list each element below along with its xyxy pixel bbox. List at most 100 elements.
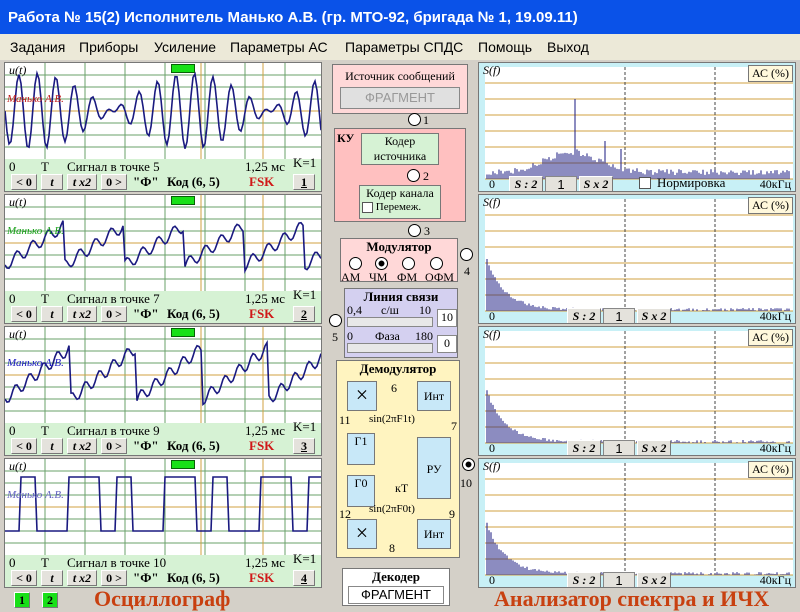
osc-x2-button[interactable]: t x2 [67,306,97,322]
oscilloscope-title: Осциллограф [94,586,230,612]
snr-slider[interactable] [347,317,433,327]
source-block: Источник сообщений ФРАГМЕНТ [332,64,468,114]
ac-button[interactable]: АС (%) [748,197,793,214]
decision-device: РУ [417,437,451,499]
osc-shift-right-button[interactable]: 0 > [101,570,127,586]
osc-shift-left-button[interactable]: < 0 [11,174,37,190]
osc-indicator [171,64,195,73]
channel-coder-label: Кодер канала [360,186,440,201]
spectrum-mul-button[interactable]: S x 2 [579,176,613,192]
spectrum-scale-value[interactable]: 1 [603,308,635,324]
source-value[interactable]: ФРАГМЕНТ [340,87,460,109]
osc-phi: "Ф" [133,570,159,586]
integrator-0-label: Инт [424,527,444,541]
spectrum-trace [479,459,796,588]
osc-shift-right-button[interactable]: 0 > [101,306,127,322]
menu-as-params[interactable]: Параметры АС [230,39,328,55]
spectrum-div-button[interactable]: S : 2 [509,176,543,192]
osc-signature: Манько А.В. [7,225,64,237]
osc-phi: "Ф" [133,174,159,190]
normalize-checkbox[interactable] [639,177,651,189]
source-coder-label: Кодер источника [374,134,426,163]
osc-toggle-1[interactable]: 1 [14,592,30,608]
ac-button[interactable]: АС (%) [748,65,793,82]
osc-t-button[interactable]: t [41,438,63,454]
spectrum-ylabel: S(f) [483,459,500,474]
spectrum-scale-value[interactable]: 1 [603,440,635,456]
menu-tasks[interactable]: Задания [10,39,65,55]
dpm-radio[interactable] [430,257,443,270]
osc-number-button[interactable]: 1 [293,174,315,190]
am-radio[interactable] [349,257,362,270]
spectrum-div-button[interactable]: S : 2 [567,440,601,456]
osc-t-button[interactable]: t [41,306,63,322]
osc-indicator [171,460,195,469]
osc-x2-button[interactable]: t x2 [67,570,97,586]
osc-code: Код (6, 5) [167,306,220,322]
osc-t-button[interactable]: t [41,570,63,586]
ac-button[interactable]: АС (%) [748,461,793,478]
point-5[interactable] [329,314,342,327]
scheme-panel: Источник сообщений ФРАГМЕНТ 1 КУ Кодер и… [326,62,476,612]
point-4[interactable] [460,248,473,261]
osc-x2-button[interactable]: t x2 [67,438,97,454]
phase-value[interactable]: 0 [437,335,457,353]
point-1[interactable] [408,113,421,126]
osc-fsk: FSK [249,438,274,454]
spectrum-mul-button[interactable]: S x 2 [637,440,671,456]
pm-radio[interactable] [402,257,415,270]
osc-toggle-2[interactable]: 2 [42,592,58,608]
osc-signature: Манько А.В. [7,357,64,369]
menu-exit[interactable]: Выход [547,39,589,55]
spectrum-trace [479,195,796,324]
point-5-label: 5 [332,330,338,345]
menu-spds-params[interactable]: Параметры СПДС [345,39,463,55]
osc-shift-left-button[interactable]: < 0 [11,306,37,322]
osc-signature: Манько А.В. [7,93,64,105]
integrator-1-label: Инт [424,389,444,403]
point-2[interactable] [407,169,420,182]
osc-shift-right-button[interactable]: 0 > [101,174,127,190]
menu-help[interactable]: Помощь [478,39,532,55]
phase-min: 0 [347,329,353,344]
point-10-label: 10 [460,476,472,491]
osc-number-button[interactable]: 4 [293,570,315,586]
phase-slider[interactable] [347,343,433,353]
spectrum-zero: 0 [489,441,495,456]
point-3-label: 3 [424,224,430,239]
source-coder: Кодер источника [361,133,439,165]
spectrum-div-button[interactable]: S : 2 [567,308,601,324]
point-8-label: 8 [389,541,395,556]
osc-t-button[interactable]: t [41,174,63,190]
spectrum-zero: 0 [489,309,495,324]
osc-x2-button[interactable]: t x2 [67,174,97,190]
source-label: Источник сообщений [333,69,467,84]
spectrum-mul-button[interactable]: S x 2 [637,308,671,324]
multiplier-1: × [347,381,377,411]
point-3[interactable] [408,224,421,237]
decision-label: РУ [427,462,442,476]
snr-value[interactable]: 10 [437,309,457,327]
osc-shift-left-button[interactable]: < 0 [11,438,37,454]
osc-shift-left-button[interactable]: < 0 [11,570,37,586]
ac-button[interactable]: АС (%) [748,329,793,346]
decoder-value[interactable]: ФРАГМЕНТ [348,586,444,604]
ku-block: КУ Кодер источника 2 Кодер канала Переме… [334,128,466,222]
menu-devices[interactable]: Приборы [79,39,138,55]
oscilloscope-1: u(t) Манько А.В. 0 T Сигнал в точке 5 1,… [4,62,322,192]
spectrum-title: Анализатор спектра и ИЧХ [494,586,769,612]
spectrum-freq: 40кГц [760,177,791,192]
osc-number-button[interactable]: 2 [293,306,315,322]
menu-gain[interactable]: Усиление [154,39,216,55]
fm-radio[interactable] [375,257,388,270]
osc-shift-right-button[interactable]: 0 > [101,438,127,454]
gen-1: Г1 [347,433,375,465]
point-10[interactable] [462,458,475,471]
oscilloscope-4: u(t) Манько А.В. 0 T Сигнал в точке 10 1… [4,458,322,588]
osc-number-button[interactable]: 3 [293,438,315,454]
osc-k: K=1 [293,287,316,303]
osc-fsk: FSK [249,306,274,322]
ku-label: КУ [337,131,354,146]
interleave-checkbox[interactable] [362,202,373,213]
spectrum-scale-value[interactable]: 1 [545,176,577,192]
